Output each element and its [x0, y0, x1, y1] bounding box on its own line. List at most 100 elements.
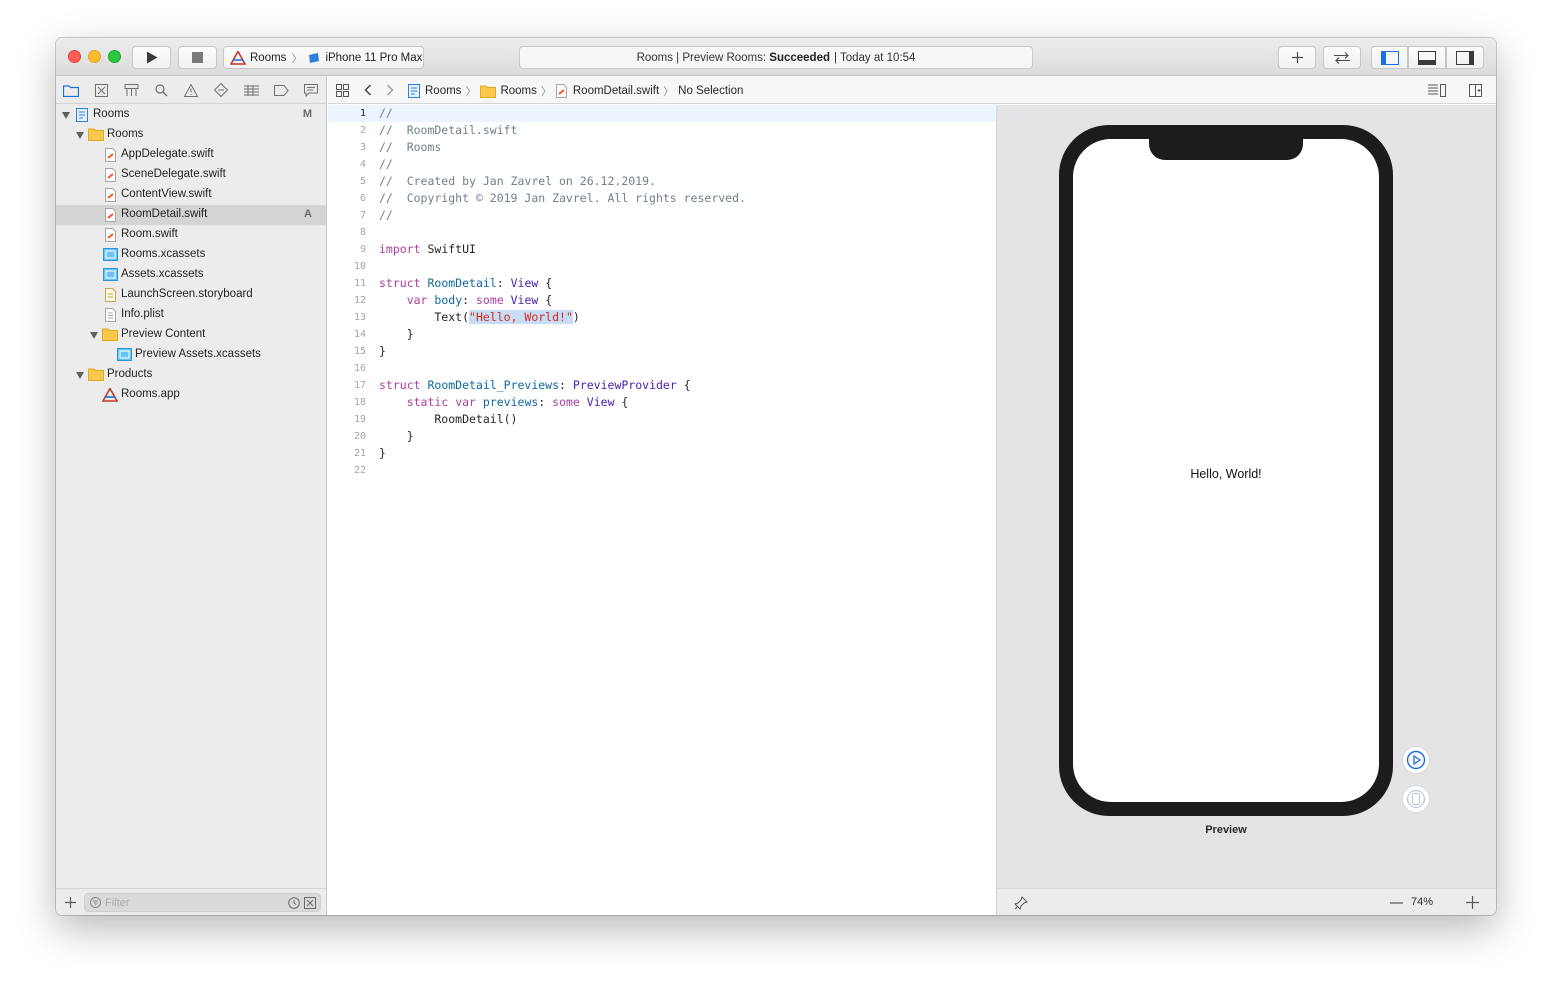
disclosure-triangle-icon[interactable] — [76, 132, 84, 139]
code-text: // — [379, 208, 393, 222]
breadcrumb-file[interactable]: RoomDetail.swift — [573, 85, 659, 97]
code-text: struct RoomDetail: View { — [379, 276, 553, 290]
navigator-filter-field[interactable]: Filter — [84, 893, 321, 912]
disclosure-triangle-icon[interactable] — [76, 372, 84, 379]
tree-item-label: Info.plist — [121, 308, 164, 320]
breadcrumb-project[interactable]: Rooms — [425, 85, 461, 97]
tree-item-info-plist[interactable]: Info.plist — [56, 305, 326, 325]
tree-item-preview-content[interactable]: Preview Content — [56, 325, 326, 345]
tree-item-room[interactable]: Room.swift — [56, 225, 326, 245]
code-line[interactable]: 4 // — [328, 156, 995, 173]
tree-item-assets-xcassets[interactable]: Assets.xcassets — [56, 265, 326, 285]
code-text: static var previews: some View { — [406, 395, 629, 409]
source-control-filter-icon[interactable] — [304, 897, 316, 909]
close-window-button[interactable] — [68, 50, 81, 63]
test-navigator-tab[interactable] — [212, 82, 230, 98]
editor-options-icon[interactable] — [1428, 84, 1446, 97]
tree-item-scenedelegate[interactable]: SceneDelegate.swift — [56, 165, 326, 185]
bottom-panel-icon — [1418, 50, 1436, 65]
code-line[interactable]: 18 static var previews: some View { — [328, 394, 995, 411]
xcode-window: Rooms 〉 iPhone 11 Pro Max Rooms | Previe… — [56, 38, 1496, 915]
live-preview-button[interactable] — [1402, 746, 1430, 774]
report-navigator-tab[interactable] — [302, 82, 320, 98]
gauge-icon — [243, 84, 259, 96]
code-review-button[interactable] — [1323, 46, 1361, 69]
yellow-folder-icon — [88, 128, 104, 141]
code-line[interactable]: 15} — [328, 343, 995, 360]
recent-files-clock-icon[interactable] — [288, 897, 300, 909]
code-text: } — [379, 344, 386, 358]
code-line[interactable]: 12 var body: some View { — [328, 292, 995, 309]
code-line[interactable]: 2 // RoomDetail.swift — [328, 122, 995, 139]
line-number: 3 — [359, 142, 366, 153]
toggle-navigator-button[interactable] — [1371, 46, 1408, 69]
code-line[interactable]: 20 } — [328, 428, 995, 445]
toggle-inspector-button[interactable] — [1446, 46, 1484, 69]
code-line[interactable]: 13 Text("Hello, World!") — [328, 309, 995, 326]
breadcrumb-selection[interactable]: No Selection — [678, 85, 743, 97]
find-navigator-tab[interactable] — [152, 82, 170, 98]
code-line[interactable]: 8 — [328, 224, 995, 241]
code-line[interactable]: 10 — [328, 258, 995, 275]
code-line[interactable]: 1 // — [328, 105, 995, 122]
preview-on-device-button[interactable] — [1402, 785, 1430, 813]
disclosure-triangle-icon[interactable] — [62, 112, 70, 119]
code-line[interactable]: 9 import SwiftUI — [328, 241, 995, 258]
tree-item-rooms-group[interactable]: Rooms — [56, 125, 326, 145]
tree-item-roomdetail[interactable]: RoomDetail.swift A — [56, 205, 326, 225]
library-button[interactable] — [1278, 46, 1316, 69]
code-line[interactable]: 16 — [328, 360, 995, 377]
swift-file-icon — [105, 168, 116, 182]
scheme-selector[interactable]: Rooms 〉 iPhone 11 Pro Max — [223, 46, 424, 69]
source-editor[interactable]: 1 // 2 // RoomDetail.swift 3 // Rooms 4 // 5… — [328, 105, 995, 915]
code-text: var body: some View { — [406, 293, 553, 307]
forward-chevron-icon[interactable] — [386, 84, 394, 96]
toggle-debug-area-button[interactable] — [1408, 46, 1446, 69]
tree-item-label: Rooms — [93, 108, 130, 120]
breakpoint-navigator-tab[interactable] — [272, 82, 290, 98]
split-editor-icon[interactable] — [1469, 84, 1482, 97]
tree-item-contentview[interactable]: ContentView.swift — [56, 185, 326, 205]
tree-item-products[interactable]: Products — [56, 365, 326, 385]
breadcrumb-group[interactable]: Rooms — [500, 85, 536, 97]
tree-item-label: LaunchScreen.storyboard — [121, 288, 253, 300]
issue-navigator-tab[interactable] — [182, 82, 200, 98]
line-number: 15 — [353, 346, 366, 357]
toolbar: Rooms 〉 iPhone 11 Pro Max Rooms | Previe… — [56, 38, 1496, 76]
code-line[interactable]: 22 — [328, 462, 995, 479]
tree-item-rooms-xcassets[interactable]: Rooms.xcassets — [56, 245, 326, 265]
zoom-in-plus-icon[interactable] — [1466, 896, 1479, 909]
add-file-plus-icon[interactable] — [65, 897, 76, 908]
project-navigator-tab[interactable] — [62, 82, 80, 98]
back-chevron-icon[interactable] — [364, 84, 372, 96]
symbol-navigator-tab[interactable] — [122, 82, 140, 98]
stop-button[interactable] — [178, 46, 217, 69]
minimize-window-button[interactable] — [88, 50, 101, 63]
tree-item-rooms-app[interactable]: Rooms.app — [56, 385, 326, 405]
code-line[interactable]: 21} — [328, 445, 995, 462]
code-line[interactable]: 14 } — [328, 326, 995, 343]
pin-icon[interactable] — [1014, 896, 1028, 910]
zoom-out-minus-icon[interactable] — [1390, 902, 1403, 904]
activity-viewer: Rooms | Preview Rooms: Succeeded | Today… — [519, 46, 1033, 69]
zoom-window-button[interactable] — [108, 50, 121, 63]
source-control-navigator-tab[interactable] — [92, 82, 110, 98]
code-line[interactable]: 7 // — [328, 207, 995, 224]
tree-item-appdelegate[interactable]: AppDelegate.swift — [56, 145, 326, 165]
code-line[interactable]: 3 // Rooms — [328, 139, 995, 156]
run-button[interactable] — [132, 46, 171, 69]
code-line[interactable]: 17 struct RoomDetail_Previews: PreviewPro… — [328, 377, 995, 394]
code-line[interactable]: 5 // Created by Jan Zavrel on 26.12.2019. — [328, 173, 995, 190]
debug-navigator-tab[interactable] — [242, 82, 260, 98]
code-line[interactable]: 19 RoomDetail() — [328, 411, 995, 428]
swift-file-icon — [105, 188, 116, 202]
code-line[interactable]: 6 // Copyright © 2019 Jan Zavrel. All rig… — [328, 190, 995, 207]
tree-item-launchscreen[interactable]: LaunchScreen.storyboard — [56, 285, 326, 305]
disclosure-triangle-icon[interactable] — [90, 332, 98, 339]
related-items-grid-icon[interactable] — [336, 84, 349, 97]
tree-item-rooms-project[interactable]: Rooms M — [56, 105, 326, 125]
tree-item-preview-assets[interactable]: Preview Assets.xcassets — [56, 345, 326, 365]
code-line[interactable]: 11 struct RoomDetail: View { — [328, 275, 995, 292]
canvas-footer: 74% — [996, 888, 1496, 915]
device-screen[interactable]: Hello, World! — [1073, 139, 1379, 802]
